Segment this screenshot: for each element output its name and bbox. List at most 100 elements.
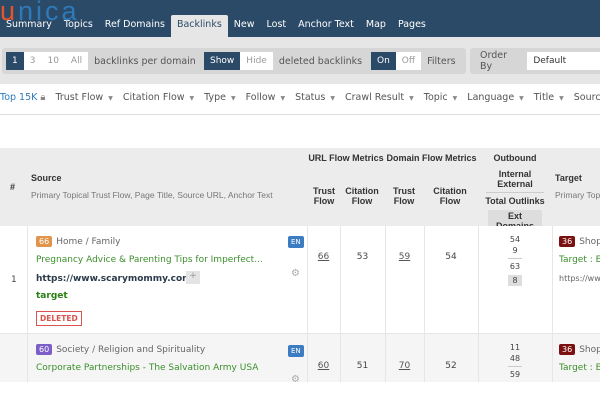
- col-domain-trust-flow[interactable]: Trust Flow: [388, 186, 420, 206]
- top-nav: unica Summary Topics Ref Domains Backlin…: [0, 0, 600, 37]
- filter-bar: Top 15K 🔒︎ Trust Flow ▼ Citation Flow ▼ Ty…: [0, 92, 600, 103]
- col-num: #: [10, 182, 16, 192]
- col-target[interactable]: Target: [555, 173, 582, 183]
- filters-on-button[interactable]: On: [371, 52, 396, 70]
- tab-pages[interactable]: Pages: [392, 15, 432, 37]
- deleted-label: deleted backlinks: [278, 55, 363, 67]
- caret-down-icon: ▼: [189, 95, 195, 102]
- col-url-trust-flow[interactable]: Trust Flow: [309, 186, 339, 206]
- filter-citation-flow[interactable]: Citation Flow ▼: [123, 92, 194, 103]
- url-trust-flow[interactable]: 66: [307, 252, 340, 262]
- outbound-cell: 54 9 63 8: [478, 234, 552, 286]
- language-badge: EN: [288, 345, 304, 357]
- col-source-sub: Primary Topical Trust Flow, Page Title, …: [31, 190, 273, 200]
- filter-crawl-result[interactable]: Crawl Result ▼: [345, 92, 414, 103]
- tab-backlinks[interactable]: Backlinks: [170, 15, 228, 37]
- expand-button[interactable]: +: [186, 271, 200, 284]
- outbound-cell: 11 48 59: [478, 342, 552, 380]
- domain-citation-flow: 52: [445, 361, 457, 371]
- target-trust-flow-badge: 36: [559, 236, 576, 247]
- order-by-select[interactable]: Default: [527, 52, 600, 70]
- divider: [508, 258, 522, 259]
- filter-source-url[interactable]: Source U: [574, 92, 600, 103]
- per-domain-group: 1 3 10 All backlinks per domain: [2, 48, 206, 74]
- caret-down-icon: ▼: [231, 95, 236, 102]
- domain-citation-flow: 54: [445, 252, 457, 262]
- filter-follow[interactable]: Follow ▼: [246, 92, 285, 103]
- filters-off-button[interactable]: Off: [395, 52, 422, 70]
- language-badge: EN: [288, 236, 304, 248]
- hide-deleted-button[interactable]: Hide: [240, 52, 273, 70]
- gear-icon[interactable]: ⚙: [291, 374, 300, 382]
- filters-group: On Off Filters: [367, 48, 466, 74]
- url-trust-flow[interactable]: 60: [307, 361, 340, 371]
- table-header: # Source Primary Topical Trust Flow, Pag…: [0, 148, 600, 232]
- deleted-group: Show Hide deleted backlinks: [200, 48, 373, 74]
- external-links: 9: [512, 246, 518, 255]
- gear-icon[interactable]: ⚙: [291, 268, 300, 279]
- per-domain-1[interactable]: 1: [6, 52, 24, 70]
- tab-new[interactable]: New: [228, 15, 261, 37]
- target-trust-flow-badge: 36: [559, 344, 576, 355]
- anchor-text: target: [36, 291, 68, 301]
- total-outlinks: 63: [509, 262, 521, 271]
- tab-anchor-text[interactable]: Anchor Text: [292, 15, 360, 37]
- filter-title[interactable]: Title ▼: [534, 92, 564, 103]
- filters-label: Filters: [427, 55, 456, 67]
- internal-links: 54: [509, 235, 521, 244]
- filter-type[interactable]: Type ▼: [204, 92, 235, 103]
- target-label: Target : Ex: [559, 363, 600, 373]
- per-domain-label: backlinks per domain: [94, 55, 196, 67]
- source-url-link[interactable]: https://www.scarymommy.com/: [36, 274, 195, 284]
- col-internal-external[interactable]: Internal External: [480, 169, 550, 189]
- domain-flow-metrics: Domain Flow Metrics: [386, 153, 477, 163]
- caret-down-icon: ▼: [108, 95, 113, 102]
- caret-down-icon: ▼: [452, 95, 458, 102]
- per-domain-3[interactable]: 3: [23, 52, 42, 70]
- topic: 66 Home / Family: [36, 236, 120, 247]
- col-domain-citation-flow[interactable]: Citation Flow: [426, 186, 474, 206]
- tab-map[interactable]: Map: [360, 15, 392, 37]
- caret-down-icon: ▼: [559, 95, 564, 102]
- col-source[interactable]: Source: [31, 173, 62, 183]
- domain-trust-flow[interactable]: 70: [385, 361, 424, 371]
- divider: [508, 366, 522, 367]
- per-domain-all[interactable]: All: [64, 52, 89, 70]
- domain-trust-flow[interactable]: 59: [385, 252, 424, 262]
- target-label: Target : Ex: [559, 255, 600, 265]
- divider: [486, 192, 544, 193]
- show-deleted-button[interactable]: Show: [204, 52, 241, 70]
- filter-topic[interactable]: Topic ▼: [424, 92, 458, 103]
- caret-down-icon: ▼: [330, 95, 335, 102]
- lock-icon: 🔒︎: [40, 92, 46, 103]
- filter-status[interactable]: Status ▼: [295, 92, 335, 103]
- col-total-outlinks[interactable]: Total Outlinks: [480, 196, 550, 206]
- top-15k-filter[interactable]: Top 15K 🔒︎: [0, 92, 45, 103]
- ext-domains: 8: [508, 275, 522, 286]
- target-topic: 36Shopp: [559, 236, 600, 247]
- page-title-link[interactable]: Corporate Partnerships - The Salvation A…: [36, 363, 258, 373]
- toolbar: 1 3 10 All backlinks per domain Show Hid…: [0, 37, 600, 84]
- target-topic: 36Shopp: [559, 344, 600, 355]
- row-number: 1: [11, 275, 17, 285]
- url-citation-flow: 53: [356, 252, 369, 262]
- filter-language[interactable]: Language ▼: [467, 92, 524, 103]
- topical-trust-flow-badge: 60: [36, 344, 53, 355]
- caret-down-icon: ▼: [280, 95, 286, 102]
- col-url-citation-flow[interactable]: Citation Flow: [342, 186, 382, 206]
- tab-lost[interactable]: Lost: [261, 15, 293, 37]
- topical-trust-flow-badge: 66: [36, 236, 53, 247]
- caret-down-icon: ▼: [519, 95, 524, 102]
- target-url[interactable]: https://ww: [559, 274, 600, 283]
- tab-ref-domains[interactable]: Ref Domains: [99, 15, 171, 37]
- filter-trust-flow[interactable]: Trust Flow ▼: [55, 92, 112, 103]
- caret-down-icon: ▼: [409, 95, 414, 102]
- order-by-group: Order By Default: [470, 48, 600, 74]
- order-by-label: Order By: [480, 50, 507, 72]
- url-citation-flow: 51: [356, 361, 369, 371]
- page-title-link[interactable]: Pregnancy Advice & Parenting Tips for Im…: [36, 255, 263, 265]
- per-domain-10[interactable]: 10: [41, 52, 65, 70]
- col-target-sub: Primary Topic: [555, 190, 600, 200]
- outbound: Outbound: [493, 153, 537, 163]
- unica-logo: unica: [0, 0, 80, 26]
